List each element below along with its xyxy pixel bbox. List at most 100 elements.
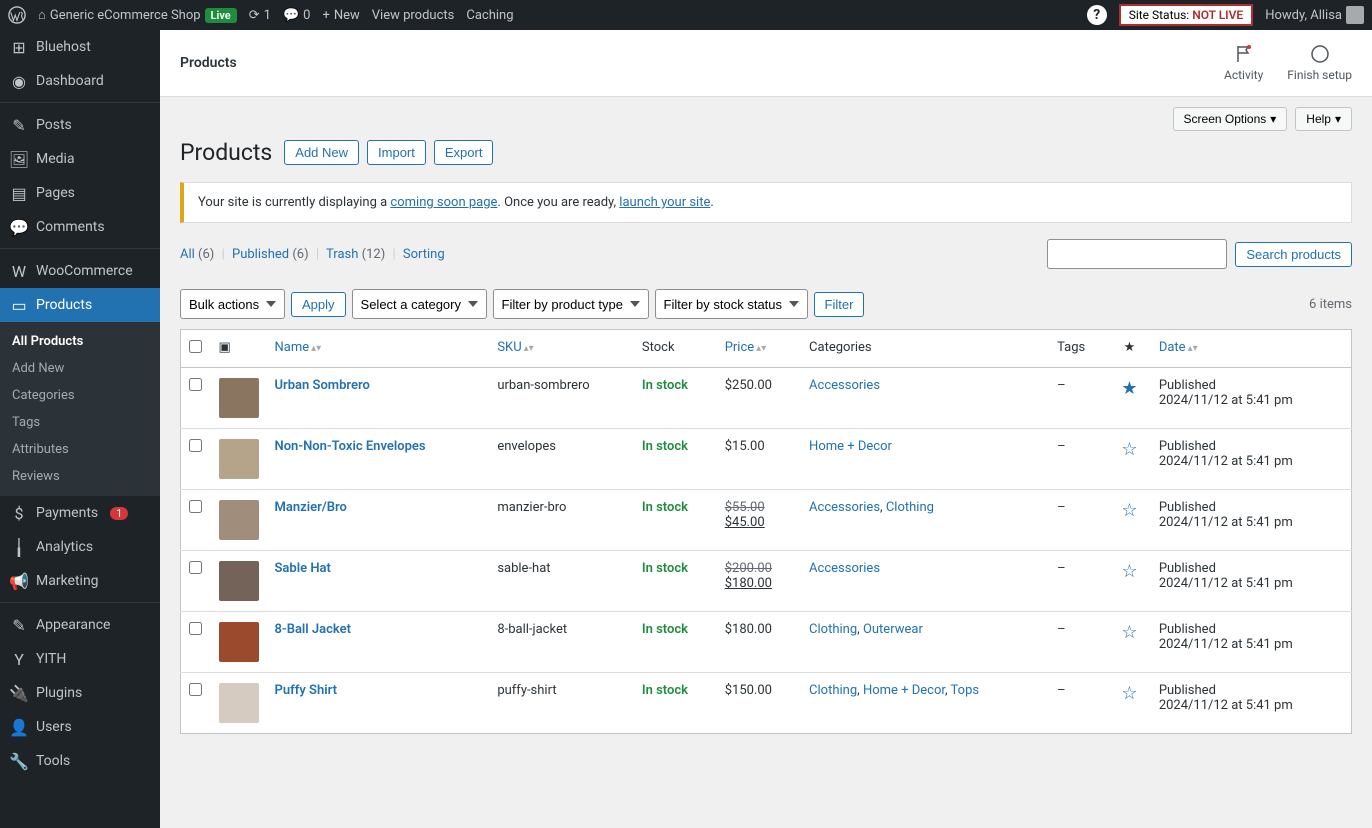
caching-link[interactable]: Caching — [466, 8, 513, 23]
row-checkbox[interactable] — [189, 683, 202, 696]
product-name-link[interactable]: Manzier/Bro — [275, 500, 347, 515]
category-link[interactable]: Accessories — [809, 378, 880, 393]
col-price[interactable]: Price▴▾ — [717, 330, 801, 368]
export-button[interactable]: Export — [434, 140, 494, 165]
sidebar-item-posts[interactable]: ✎Posts — [0, 108, 160, 142]
sidebar-item-yith[interactable]: YYITH — [0, 642, 160, 676]
star-empty-icon[interactable]: ☆ — [1121, 622, 1137, 643]
category-link[interactable]: Home + Decor — [863, 683, 945, 698]
product-type-filter-select[interactable]: Filter by product type — [493, 289, 649, 319]
sidebar-item-tools[interactable]: 🔧Tools — [0, 744, 160, 778]
submenu-item-attributes[interactable]: Attributes — [0, 436, 160, 463]
category-link[interactable]: Accessories — [809, 561, 880, 576]
filter-trash[interactable]: Trash — [326, 247, 358, 262]
sidebar-item-marketing[interactable]: 📢Marketing — [0, 564, 160, 598]
stock-status-filter-select[interactable]: Filter by stock status — [655, 289, 808, 319]
product-thumb[interactable] — [219, 500, 259, 540]
category-link[interactable]: Clothing — [809, 683, 857, 698]
submenu-item-categories[interactable]: Categories — [0, 382, 160, 409]
row-checkbox[interactable] — [189, 561, 202, 574]
filter-button[interactable]: Filter — [814, 292, 865, 317]
sidebar-item-payments[interactable]: $Payments1 — [0, 496, 160, 530]
search-button[interactable]: Search products — [1235, 242, 1352, 267]
flag-icon — [1234, 44, 1254, 64]
apply-button[interactable]: Apply — [291, 292, 346, 317]
coming-soon-link[interactable]: coming soon page — [390, 195, 497, 210]
row-checkbox[interactable] — [189, 439, 202, 452]
sidebar-item-analytics[interactable]: ╽Analytics — [0, 530, 160, 564]
filter-all[interactable]: All — [180, 247, 195, 262]
sidebar-item-media[interactable]: 🖼Media — [0, 142, 160, 176]
new-link[interactable]: + New — [322, 8, 359, 23]
table-row: Manzier/Bro manzier-bro In stock $55.00$… — [181, 490, 1352, 551]
sidebar-item-pages[interactable]: ▤Pages — [0, 176, 160, 210]
product-name-link[interactable]: Sable Hat — [275, 561, 331, 576]
product-thumb[interactable] — [219, 439, 259, 479]
category-link[interactable]: Outerwear — [863, 622, 923, 637]
select-all-checkbox[interactable] — [189, 340, 202, 353]
col-name[interactable]: Name▴▾ — [267, 330, 490, 368]
date-label: Published — [1159, 378, 1343, 393]
price: $250.00 — [725, 378, 772, 393]
product-name-link[interactable]: Non-Non-Toxic Envelopes — [275, 439, 426, 454]
row-checkbox[interactable] — [189, 622, 202, 635]
sidebar-item-users[interactable]: 👤Users — [0, 710, 160, 744]
category-link[interactable]: Home + Decor — [809, 439, 892, 454]
category-link[interactable]: Clothing — [886, 500, 934, 515]
bulk-actions-select[interactable]: Bulk actions — [180, 289, 285, 319]
product-thumb[interactable] — [219, 561, 259, 601]
filter-sorting[interactable]: Sorting — [403, 247, 445, 262]
submenu-item-tags[interactable]: Tags — [0, 409, 160, 436]
site-status-badge[interactable]: Site Status: NOT LIVE — [1119, 4, 1254, 26]
menu-icon: Y — [10, 650, 28, 668]
sidebar-item-comments[interactable]: 💬Comments — [0, 210, 160, 244]
wp-logo[interactable] — [8, 6, 26, 24]
launch-site-link[interactable]: launch your site — [619, 195, 710, 210]
row-checkbox[interactable] — [189, 378, 202, 391]
sidebar-item-dashboard[interactable]: ◉Dashboard — [0, 64, 160, 98]
filter-published[interactable]: Published — [232, 247, 289, 262]
sidebar-item-woocommerce[interactable]: WWooCommerce — [0, 254, 160, 288]
activity-button[interactable]: Activity — [1224, 44, 1263, 82]
import-button[interactable]: Import — [367, 140, 426, 165]
updates-link[interactable]: ⟳ 1 — [249, 8, 271, 23]
product-thumb[interactable] — [219, 378, 259, 418]
category-link[interactable]: Tops — [951, 683, 980, 698]
menu-icon: 👤 — [10, 718, 28, 736]
finish-setup-button[interactable]: Finish setup — [1287, 44, 1352, 82]
comments-link[interactable]: 💬 0 — [283, 8, 311, 23]
items-count: 6 items — [1309, 297, 1352, 312]
category-link[interactable]: Accessories — [809, 500, 880, 515]
col-date[interactable]: Date▴▾ — [1151, 330, 1352, 368]
product-thumb[interactable] — [219, 683, 259, 723]
star-filled-icon[interactable]: ★ — [1121, 378, 1137, 399]
star-empty-icon[interactable]: ☆ — [1121, 439, 1137, 460]
sidebar-item-appearance[interactable]: ✎Appearance — [0, 608, 160, 642]
star-empty-icon[interactable]: ☆ — [1121, 561, 1137, 582]
price-sale: $180.00 — [725, 576, 793, 591]
view-products-link[interactable]: View products — [372, 8, 455, 23]
site-link[interactable]: ⌂ Generic eCommerce Shop Live — [38, 7, 237, 23]
sidebar-item-products[interactable]: ▭Products — [0, 288, 160, 322]
account-link[interactable]: Howdy, Allisa — [1265, 6, 1364, 24]
sidebar-item-plugins[interactable]: 🔌Plugins — [0, 676, 160, 710]
submenu-item-all-products[interactable]: All Products — [0, 328, 160, 355]
category-link[interactable]: Clothing — [809, 622, 857, 637]
product-thumb[interactable] — [219, 622, 259, 662]
add-new-button[interactable]: Add New — [284, 140, 359, 165]
star-empty-icon[interactable]: ☆ — [1121, 500, 1137, 521]
col-sku[interactable]: SKU▴▾ — [489, 330, 634, 368]
product-name-link[interactable]: Puffy Shirt — [275, 683, 337, 698]
submenu-item-add-new[interactable]: Add New — [0, 355, 160, 382]
help-icon[interactable]: ? — [1087, 5, 1107, 25]
submenu-item-reviews[interactable]: Reviews — [0, 463, 160, 490]
product-name-link[interactable]: Urban Sombrero — [275, 378, 370, 393]
help-button[interactable]: Help ▾ — [1295, 107, 1352, 131]
sidebar-item-bluehost[interactable]: ⊞Bluehost — [0, 30, 160, 64]
screen-options-button[interactable]: Screen Options ▾ — [1173, 107, 1288, 131]
row-checkbox[interactable] — [189, 500, 202, 513]
product-name-link[interactable]: 8-Ball Jacket — [275, 622, 352, 637]
category-filter-select[interactable]: Select a category — [352, 289, 487, 319]
star-empty-icon[interactable]: ☆ — [1121, 683, 1137, 704]
search-input[interactable] — [1047, 239, 1227, 269]
